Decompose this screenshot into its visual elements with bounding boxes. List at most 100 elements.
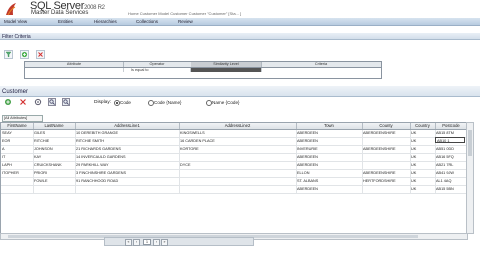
nav-collections[interactable]: Collections <box>136 19 158 24</box>
table-row[interactable]: IT KAY 14 INVERCAULD GARDENS ABERDEEN UK AB16… <box>1 154 467 162</box>
cell-town[interactable]: ABERDEEN <box>296 138 363 145</box>
cell-lastname[interactable]: KAY <box>33 154 76 161</box>
cell-country[interactable]: UK <box>410 186 436 193</box>
cell-town[interactable]: ST. ALBANS <box>296 178 363 185</box>
cell-addressline1[interactable]: RITCHIE SMITH <box>75 138 180 145</box>
cell-country[interactable]: UK <box>410 138 436 145</box>
scroll-thumb[interactable] <box>468 130 472 156</box>
nav-entities[interactable]: Entities <box>58 19 73 24</box>
next-page-button[interactable]: › <box>153 239 160 246</box>
cell-lastname[interactable]: FOWLE <box>33 178 76 185</box>
filter-row[interactable]: Is equal to <box>25 68 381 72</box>
cell-firstname[interactable]: SEAY <box>1 130 34 137</box>
cell-firstname[interactable] <box>1 186 34 193</box>
cell-county[interactable] <box>362 154 411 161</box>
cell-addressline1[interactable]: 29 PARKHILL WAY <box>75 162 180 169</box>
cell-county[interactable]: ABERDEENSHIRE <box>362 130 411 137</box>
cell-town[interactable]: ABERDEEN <box>296 154 363 161</box>
history-icon[interactable] <box>62 98 70 106</box>
cell-firstname[interactable]: LAPH <box>1 162 34 169</box>
cell-town[interactable]: ABERDEEN <box>296 162 363 169</box>
add-criteria-button[interactable] <box>20 50 29 59</box>
cell-county[interactable]: ABERDEENSHIRE <box>362 146 411 153</box>
attribute-filter-dropdown[interactable]: [All Attributes] <box>2 115 43 122</box>
cell-postcode[interactable]: AB16 5FQ <box>435 154 467 161</box>
nav-hierarchies[interactable]: Hierarchies <box>94 19 117 24</box>
cell-country[interactable]: UK <box>410 154 436 161</box>
cell-county[interactable]: ABERDEENSHIRE <box>362 170 411 177</box>
cell-country[interactable]: UK <box>410 170 436 177</box>
col-county[interactable]: County <box>362 123 411 129</box>
grid-vertical-scrollbar[interactable] <box>466 122 474 234</box>
cell-addressline2[interactable] <box>179 154 297 161</box>
cell-lastname[interactable] <box>33 186 76 193</box>
cell-postcode[interactable]: AB51 0DD <box>435 146 467 153</box>
cell-firstname[interactable]: A <box>1 146 34 153</box>
cell-addressline1[interactable]: 3 FINCHINSHIRE GARDENS <box>75 170 180 177</box>
cell-firstname[interactable]: ITOPHER <box>1 170 34 177</box>
cell-country[interactable]: UK <box>410 146 436 153</box>
col-country[interactable]: Country <box>410 123 436 129</box>
delete-member-icon[interactable] <box>19 98 27 106</box>
table-row[interactable]: A JOHNSON 21 RICHARDS GARDENS KORTORE INVERU… <box>1 146 467 154</box>
remove-criteria-button[interactable] <box>36 50 45 59</box>
cell-postcode[interactable]: AB21 7RL <box>435 162 467 169</box>
cell-county[interactable] <box>362 138 411 145</box>
cell-county[interactable] <box>362 186 411 193</box>
nav-model-view[interactable]: Model View <box>4 19 27 24</box>
cell-lastname[interactable]: PRIORI <box>33 170 76 177</box>
table-row[interactable]: ABERDEEN UK AB15 5BN <box>1 186 467 194</box>
cell-postcode[interactable]: AB15 8TM <box>435 130 467 137</box>
cell-firstname[interactable]: EOR <box>1 138 34 145</box>
cell-town[interactable]: INVERURIE <box>296 146 363 153</box>
cell-addressline2[interactable]: 16 CARDEN PLACE <box>179 138 297 145</box>
last-page-button[interactable]: » <box>161 239 168 246</box>
cell-postcode[interactable]: AL1 4AQ <box>435 178 467 185</box>
table-row[interactable]: FOWLE 91 RANCHHOOD ROAD ST. ALBANS HERTFORD… <box>1 178 467 186</box>
filter-criteria-cell[interactable] <box>261 68 381 72</box>
table-row[interactable]: EOR RITCHIE RITCHIE SMITH 16 CARDEN PLACE AB… <box>1 138 467 146</box>
nav-review[interactable]: Review <box>178 19 193 24</box>
cell-addressline1[interactable]: 14 INVERCAULD GARDENS <box>75 154 180 161</box>
cell-addressline2[interactable]: DYCE <box>179 162 297 169</box>
cell-town[interactable]: ELLON <box>296 170 363 177</box>
col-postcode[interactable]: Postcode <box>435 123 467 129</box>
cell-country[interactable]: UK <box>410 130 436 137</box>
add-member-icon[interactable] <box>4 98 12 106</box>
cell-firstname[interactable] <box>1 178 34 185</box>
cell-country[interactable]: UK <box>410 178 436 185</box>
cell-country[interactable]: UK <box>410 162 436 169</box>
col-addressline2[interactable]: AddressLine2 <box>179 123 297 129</box>
cell-town[interactable]: ABERDEEN <box>296 186 363 193</box>
col-firstname[interactable]: FirstName <box>1 123 34 129</box>
cell-town[interactable]: ABERDEEN <box>296 130 363 137</box>
table-row[interactable]: LAPH CRUICKSHANK 29 PARKHILL WAY DYCE ABERDE… <box>1 162 467 170</box>
cell-lastname[interactable]: JOHNSON <box>33 146 76 153</box>
cell-postcode[interactable]: AB41 9JW <box>435 170 467 177</box>
cell-addressline2[interactable]: KORTORE <box>179 146 297 153</box>
first-page-button[interactable]: « <box>125 239 132 246</box>
cell-addressline1[interactable]: 21 RICHARDS GARDENS <box>75 146 180 153</box>
table-row[interactable]: SEAY GILES 10 DEREBITH GRANGE KINGSWELLS ABE… <box>1 130 467 138</box>
cell-firstname[interactable]: IT <box>1 154 34 161</box>
cell-addressline2[interactable] <box>179 186 297 193</box>
cell-addressline2[interactable] <box>179 170 297 177</box>
prev-page-button[interactable]: ‹ <box>133 239 140 246</box>
col-addressline1[interactable]: AddressLine1 <box>75 123 180 129</box>
col-town[interactable]: Town <box>296 123 363 129</box>
filter-attribute-cell[interactable] <box>25 68 124 72</box>
cell-addressline1[interactable]: 91 RANCHHOOD ROAD <box>75 178 180 185</box>
breadcrumb[interactable]: Home Customer Model Customer Customer "C… <box>128 11 241 16</box>
table-row[interactable]: ITOPHER PRIORI 3 FINCHINSHIRE GARDENS ELLON… <box>1 170 467 178</box>
cell-addressline2[interactable] <box>179 178 297 185</box>
filter-similarity-cell[interactable] <box>191 68 262 72</box>
col-lastname[interactable]: LastName <box>33 123 76 129</box>
cell-lastname[interactable]: CRUICKSHANK <box>33 162 76 169</box>
settings-icon[interactable] <box>34 98 42 106</box>
cell-addressline1[interactable]: 10 DEREBITH GRANGE <box>75 130 180 137</box>
zoom-icon[interactable] <box>48 98 56 106</box>
page-number-input[interactable]: 1 <box>143 239 151 245</box>
postcode-edit-box[interactable]: AB10 1 <box>435 137 465 143</box>
cell-addressline2[interactable]: KINGSWELLS <box>179 130 297 137</box>
cell-county[interactable] <box>362 162 411 169</box>
